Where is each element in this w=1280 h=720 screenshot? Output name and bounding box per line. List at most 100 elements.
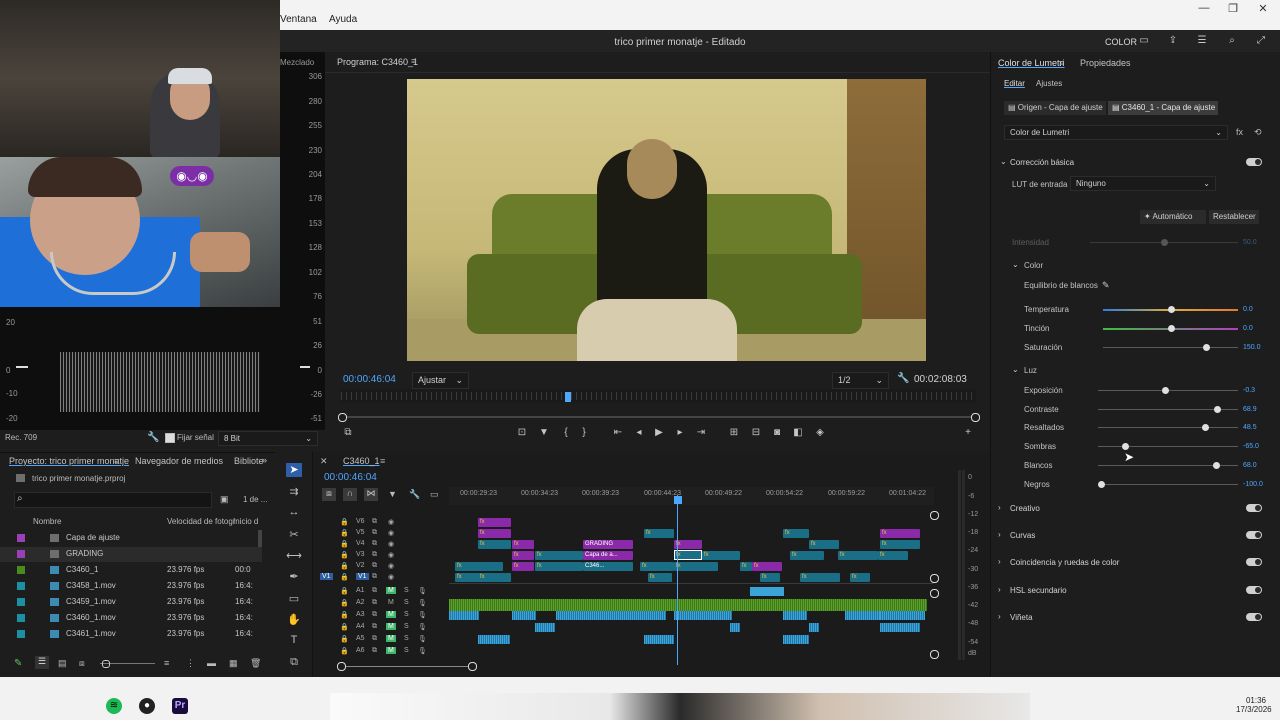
sync-lock-icon[interactable]: ⧉ bbox=[372, 540, 377, 548]
solo-button[interactable]: S bbox=[404, 587, 409, 594]
pen-icon[interactable]: ✒ bbox=[286, 570, 302, 584]
list-item[interactable]: C3458_1.mov 23.976 fps 16:4: bbox=[0, 579, 262, 594]
timeline-zoom-left[interactable] bbox=[337, 662, 346, 671]
label-color-swatch[interactable] bbox=[17, 614, 25, 622]
timeline-tab[interactable]: C3460_1 bbox=[343, 456, 380, 466]
label-color-swatch[interactable] bbox=[17, 630, 25, 638]
list-item[interactable]: C3460_1.mov 23.976 fps 16:4: bbox=[0, 611, 262, 626]
highlights-value[interactable]: 48.5 bbox=[1243, 424, 1257, 431]
sync-lock-icon[interactable]: ⧉ bbox=[372, 573, 377, 581]
reset-effect-icon[interactable]: ⟲ bbox=[1254, 127, 1262, 138]
chevron-down-icon[interactable]: ⌄ bbox=[1012, 365, 1019, 374]
audio-clip[interactable] bbox=[880, 611, 925, 620]
new-bin-icon[interactable]: ▣ bbox=[220, 494, 229, 505]
timeline-clip[interactable]: fx bbox=[478, 573, 511, 582]
list-item[interactable]: GRADING bbox=[0, 547, 262, 562]
sync-lock-icon[interactable]: ⧉ bbox=[372, 611, 377, 619]
section-creative[interactable]: Creativo bbox=[1010, 504, 1040, 513]
microphone-icon[interactable]: 🎙 bbox=[418, 623, 427, 631]
microphone-icon[interactable]: 🎙 bbox=[418, 599, 427, 607]
timeline-clip[interactable]: fx bbox=[740, 562, 752, 571]
solo-button[interactable]: S bbox=[404, 647, 409, 654]
chevron-right-icon[interactable]: › bbox=[998, 585, 1001, 594]
more-tabs-icon[interactable]: » bbox=[262, 455, 267, 465]
vignette-toggle[interactable] bbox=[1246, 613, 1262, 621]
tab-edit[interactable]: Editar bbox=[1004, 79, 1025, 88]
chevron-right-icon[interactable]: › bbox=[998, 503, 1001, 512]
chevron-down-icon[interactable]: ⌄ bbox=[1000, 157, 1007, 166]
premiere-icon[interactable]: Pr bbox=[172, 698, 188, 714]
sync-lock-icon[interactable]: ⧉ bbox=[372, 518, 377, 526]
settings-icon[interactable]: ⧉ bbox=[340, 427, 356, 439]
rectangle-icon[interactable]: ▭ bbox=[286, 592, 302, 606]
wrench-icon[interactable]: 🔧 bbox=[409, 489, 420, 500]
effect-dropdown[interactable]: Color de Lumetri ⌄ bbox=[1004, 125, 1228, 140]
timeline-clip[interactable]: fx bbox=[674, 540, 702, 549]
temperature-knob[interactable] bbox=[1168, 306, 1175, 313]
panel-menu-icon[interactable]: ≡ bbox=[1059, 58, 1064, 68]
label-color-swatch[interactable] bbox=[17, 582, 25, 590]
audio-clip[interactable] bbox=[478, 635, 510, 644]
microphone-icon[interactable]: 🎙 bbox=[418, 635, 427, 643]
whites-value[interactable]: 68.0 bbox=[1243, 462, 1257, 469]
microphone-icon[interactable]: 🎙 bbox=[418, 587, 427, 595]
audio-waveform-a2[interactable] bbox=[449, 599, 927, 611]
a-scroll-handle-bottom[interactable] bbox=[930, 650, 939, 659]
eye-icon[interactable]: ◉ bbox=[388, 518, 394, 526]
mute-button[interactable]: M bbox=[386, 587, 396, 594]
fullscreen-icon[interactable]: ⤢ bbox=[1254, 35, 1268, 47]
remix-icon[interactable]: ⧉ bbox=[286, 656, 302, 670]
marker-icon[interactable]: ▼ bbox=[536, 427, 552, 439]
audio-clip[interactable] bbox=[750, 587, 784, 596]
ripple-edit-icon[interactable]: ↔ bbox=[286, 506, 302, 520]
close-icon[interactable]: ✕ bbox=[1252, 2, 1274, 15]
mark-in-icon[interactable]: { bbox=[558, 427, 574, 439]
sync-lock-icon[interactable]: ⧉ bbox=[372, 599, 377, 607]
timeline-clip[interactable]: fx bbox=[800, 573, 840, 582]
close-icon[interactable]: ✕ bbox=[320, 456, 328, 467]
timeline-clip[interactable]: fx bbox=[760, 573, 780, 582]
shadows-value[interactable]: -65.0 bbox=[1243, 443, 1259, 450]
microphone-icon[interactable]: 🎙 bbox=[418, 647, 427, 655]
sync-lock-icon[interactable]: ⧉ bbox=[372, 647, 377, 655]
sync-lock-icon[interactable]: ⧉ bbox=[372, 562, 377, 570]
contrast-value[interactable]: 68.9 bbox=[1243, 406, 1257, 413]
scope-tab[interactable]: Mezclado bbox=[280, 58, 314, 67]
panel-icon[interactable]: ▭ bbox=[1137, 35, 1151, 47]
section-light[interactable]: Luz bbox=[1024, 366, 1037, 375]
freeform-view-icon[interactable]: ⧈ bbox=[79, 658, 85, 669]
label-color-swatch[interactable] bbox=[17, 598, 25, 606]
tint-value[interactable]: 0.0 bbox=[1243, 325, 1253, 332]
sync-lock-icon[interactable]: ⧉ bbox=[372, 635, 377, 643]
timeline-clip[interactable]: fx bbox=[455, 562, 503, 571]
sync-lock-icon[interactable]: ⧉ bbox=[372, 587, 377, 595]
timeline-playhead[interactable] bbox=[677, 495, 678, 665]
compare-icon[interactable]: ◧ bbox=[790, 427, 806, 439]
temperature-value[interactable]: 0.0 bbox=[1243, 306, 1253, 313]
lock-icon[interactable]: 🔒 bbox=[340, 611, 349, 619]
timeline-clip[interactable]: fx bbox=[674, 562, 718, 571]
clip-capa-de-ajuste[interactable]: Capa de a... bbox=[583, 551, 633, 560]
folder-icon[interactable]: ▬ bbox=[207, 658, 216, 668]
workspaces-icon[interactable]: ☰ bbox=[1195, 35, 1209, 47]
timeline-clip[interactable]: fx bbox=[535, 551, 583, 560]
zoom-slider-knob[interactable] bbox=[102, 660, 110, 668]
mute-button[interactable]: M bbox=[386, 647, 396, 654]
pencil-icon[interactable]: ✎ bbox=[14, 658, 22, 669]
highlights-knob[interactable] bbox=[1202, 424, 1209, 431]
label-color-swatch[interactable] bbox=[17, 534, 25, 542]
v-scroll-handle-bottom[interactable] bbox=[930, 574, 939, 583]
lock-icon[interactable]: 🔒 bbox=[340, 540, 349, 548]
track-select-icon[interactable]: ⇉ bbox=[286, 485, 302, 499]
tab-properties[interactable]: Propiedades bbox=[1080, 58, 1131, 68]
playhead-handle[interactable] bbox=[674, 496, 682, 504]
microphone-icon[interactable]: 🎙 bbox=[418, 611, 427, 619]
whites-knob[interactable] bbox=[1213, 462, 1220, 469]
sync-lock-icon[interactable]: ⧉ bbox=[372, 551, 377, 559]
intensity-value[interactable]: 50.0 bbox=[1243, 239, 1257, 246]
timeline-clip[interactable]: fx bbox=[512, 551, 534, 560]
creative-toggle[interactable] bbox=[1246, 504, 1262, 512]
shadows-knob[interactable] bbox=[1122, 443, 1129, 450]
timeline-clip[interactable]: fx bbox=[478, 540, 511, 549]
mute-button[interactable]: M bbox=[386, 599, 396, 606]
